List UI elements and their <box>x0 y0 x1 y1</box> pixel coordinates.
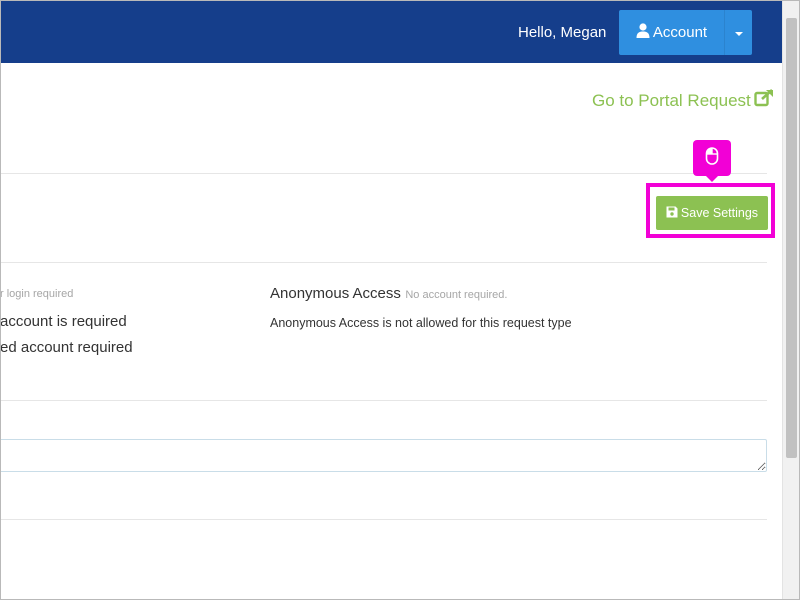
user-icon <box>636 23 653 42</box>
vertical-scrollbar[interactable] <box>782 0 800 600</box>
anonymous-access-description: Anonymous Access is not allowed for this… <box>270 316 572 330</box>
access-option-verified-account-required[interactable]: ed account required <box>0 339 133 356</box>
scrollbar-thumb[interactable] <box>786 18 797 458</box>
divider <box>0 400 767 401</box>
top-navbar: Hello, Megan Account <box>0 0 782 63</box>
account-button[interactable]: Account <box>619 10 724 55</box>
save-settings-label: Save Settings <box>680 206 759 220</box>
user-greeting: Hello, Megan <box>518 24 607 41</box>
settings-textarea[interactable] <box>0 439 767 472</box>
account-button-label: Account <box>652 24 708 41</box>
divider <box>0 519 767 520</box>
account-button-group[interactable]: Account <box>619 10 752 55</box>
login-required-note: r login required <box>0 288 74 300</box>
account-dropdown-toggle[interactable] <box>724 10 752 55</box>
save-icon <box>666 206 681 221</box>
divider <box>0 262 767 263</box>
portal-link-label: Go to Portal Request <box>592 90 751 110</box>
anonymous-access-heading: Anonymous Access No account required. <box>270 285 507 303</box>
caret-down-icon <box>734 24 744 42</box>
save-settings-button[interactable]: Save Settings <box>656 196 768 230</box>
go-to-portal-request-link[interactable]: Go to Portal Request <box>592 89 774 112</box>
access-option-account-required[interactable]: account is required <box>0 313 127 330</box>
anonymous-access-title: Anonymous Access <box>270 285 401 302</box>
click-indicator-tooltip <box>693 140 731 182</box>
anonymous-access-note: No account required. <box>405 289 508 301</box>
external-link-icon <box>751 89 774 112</box>
mouse-icon <box>705 146 719 170</box>
divider <box>0 173 767 174</box>
